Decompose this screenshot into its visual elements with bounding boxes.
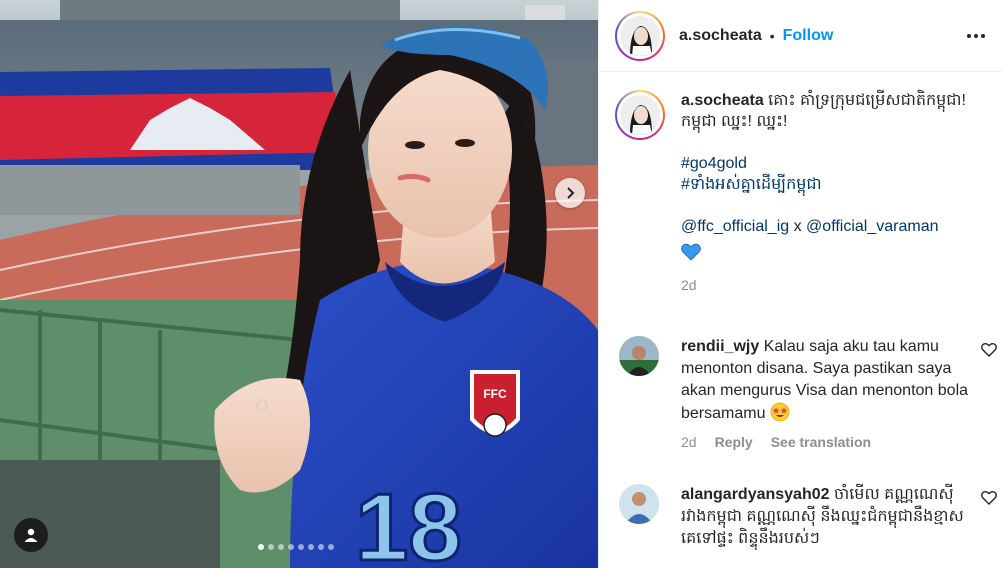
star-struck-emoji-icon: [770, 402, 790, 422]
carousel-dot: [298, 544, 304, 550]
avatar-image: [619, 336, 659, 376]
chevron-right-icon: [567, 187, 575, 199]
caption-timestamp[interactable]: 2d: [681, 275, 981, 296]
hashtag-link[interactable]: #go4gold: [681, 153, 981, 174]
post-side-panel: a.socheata • Follow a.socheata គោះ គាំទ្…: [598, 0, 1002, 568]
separator-dot: •: [769, 27, 775, 44]
jersey-number: 18: [355, 474, 462, 568]
avatar-image: [620, 15, 660, 56]
caption-username[interactable]: a.socheata: [681, 92, 764, 109]
comment-item: rendii_wjy Kalau saja aku tau kamu menon…: [619, 336, 999, 453]
crest-text: FFC: [483, 387, 507, 401]
user-tag-icon: [24, 528, 38, 542]
comment-item: alangardyansyah02 ចាំមើល គណ្ណណេស៊ី រវាងក…: [619, 484, 999, 550]
comment-timestamp[interactable]: 2d: [681, 431, 697, 453]
tagged-users-button[interactable]: [14, 518, 48, 552]
more-horizontal-icon: [967, 33, 971, 38]
carousel-dot: [328, 544, 334, 550]
caption-avatar[interactable]: [615, 90, 665, 140]
see-translation-button[interactable]: See translation: [771, 431, 871, 453]
comment-username[interactable]: alangardyansyah02: [681, 486, 830, 503]
author-username[interactable]: a.socheata: [679, 27, 762, 45]
heart-outline-icon[interactable]: [981, 342, 997, 358]
heart-outline-icon[interactable]: [981, 490, 997, 506]
mention-link[interactable]: @ffc_official_ig: [681, 218, 789, 235]
avatar-image: [619, 484, 659, 524]
commenter-avatar[interactable]: [619, 336, 659, 376]
next-slide-button[interactable]: [555, 178, 585, 208]
carousel-dot: [278, 544, 284, 550]
comment-username[interactable]: rendii_wjy: [681, 338, 759, 355]
carousel-dot: [308, 544, 314, 550]
blue-heart-icon: [681, 243, 701, 261]
carousel-dot: [288, 544, 294, 550]
mention-link[interactable]: @official_varaman: [806, 218, 938, 235]
post-photo: FFC 18: [0, 0, 598, 568]
reply-button[interactable]: Reply: [715, 431, 753, 453]
carousel-dot: [258, 544, 264, 550]
commenter-avatar[interactable]: [619, 484, 659, 524]
mention-joiner: x: [789, 218, 807, 235]
carousel-dot: [268, 544, 274, 550]
more-options-button[interactable]: [964, 24, 988, 48]
follow-button[interactable]: Follow: [783, 27, 834, 45]
post-media[interactable]: FFC 18: [0, 0, 598, 568]
author-avatar[interactable]: [615, 10, 665, 61]
carousel-dot: [318, 544, 324, 550]
avatar-image: [620, 95, 660, 135]
post-caption: a.socheata គោះ គាំទ្រក្រុមជម្រើសជាតិកម្ព…: [615, 90, 995, 296]
post-header: a.socheata • Follow: [599, 0, 1002, 72]
hashtag-link[interactable]: #ទាំងអស់គ្នាដើម្បីកម្ពុជា: [681, 174, 981, 195]
carousel-indicator: [258, 544, 334, 550]
